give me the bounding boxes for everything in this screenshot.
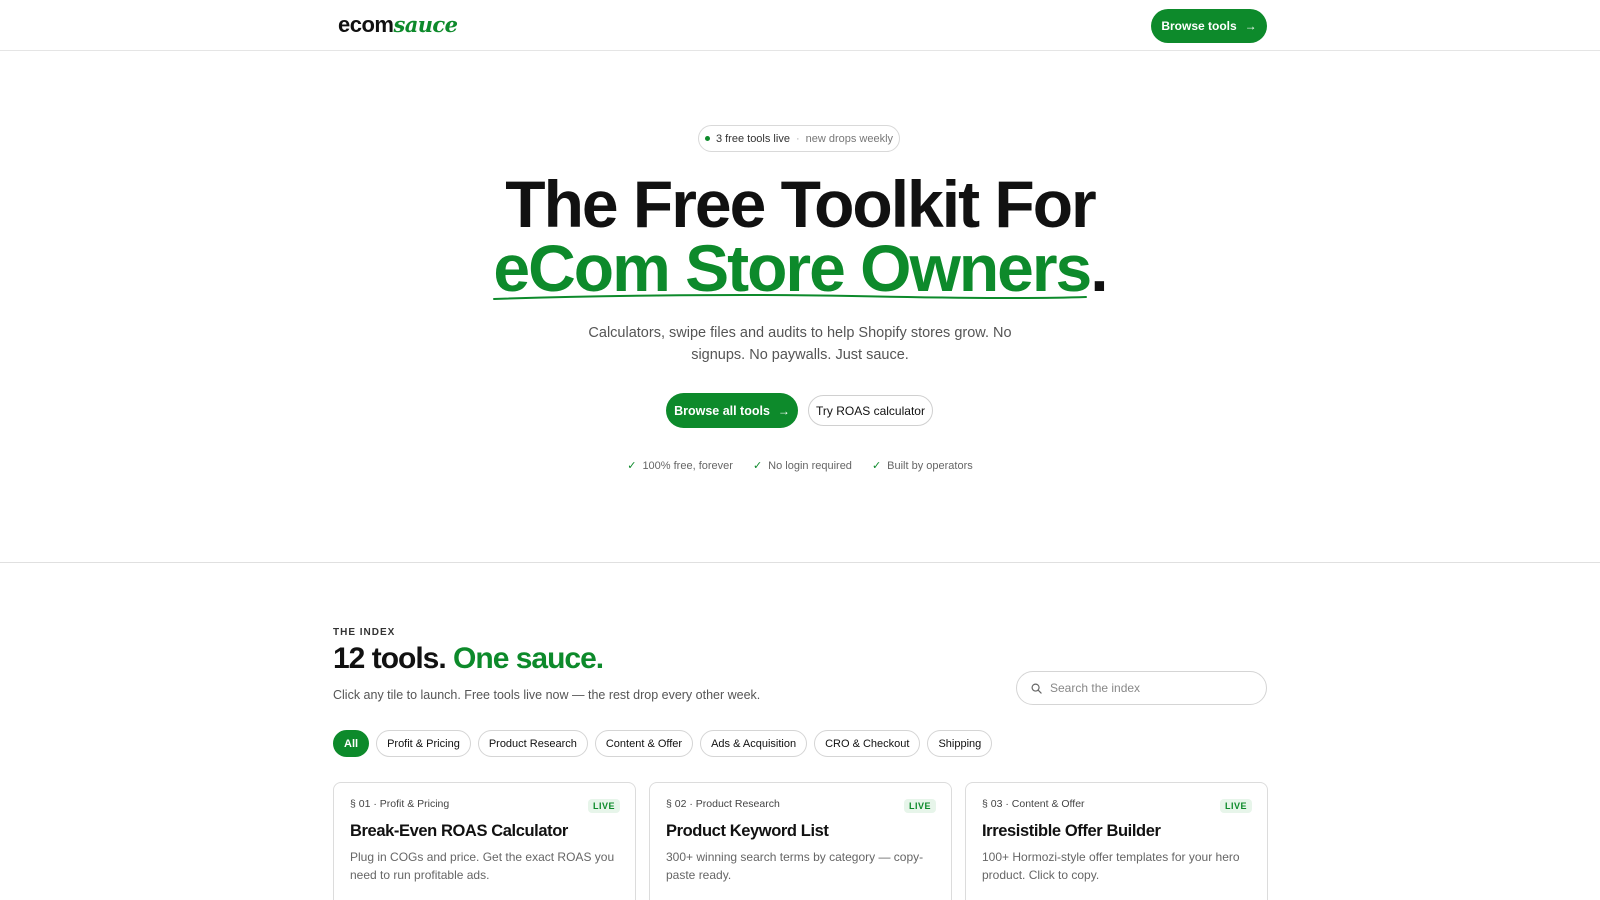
card-meta: § 03 · Content & Offer [982, 798, 1085, 810]
live-badge: LIVE [587, 799, 620, 813]
filter-chip-all[interactable]: All [333, 730, 370, 757]
top-nav: ecomsauce Browse tools → [0, 0, 1600, 51]
check-item: ✓ Built by operators [871, 459, 973, 473]
live-badge: LIVE [903, 799, 936, 813]
card-title: Irresistible Offer Builder [982, 822, 1161, 840]
arrow-right-icon: → [777, 403, 790, 418]
check-icon: ✓ [871, 460, 882, 472]
filter-chip-profit-pricing[interactable]: Profit & Pricing [376, 730, 471, 757]
hero-subtitle: Calculators, swipe files and audits to h… [588, 325, 1012, 363]
status-pill: 3 free tools live · new drops weekly [698, 125, 900, 152]
card-meta: § 02 · Product Research [666, 798, 780, 810]
tool-card[interactable]: § 02 · Product Research LIVE Product Key… [649, 782, 952, 900]
search-icon [1031, 683, 1042, 694]
index-title-count: 12 tools. [333, 642, 447, 675]
filter-chip-shipping[interactable]: Shipping [927, 730, 993, 757]
tool-card[interactable]: § 03 · Content & Offer LIVE Irresistible… [965, 782, 1268, 900]
try-roas-calculator-button[interactable]: Try ROAS calculator [808, 395, 933, 426]
check-icon: ✓ [627, 460, 637, 472]
index-eyebrow: THE INDEX [333, 627, 396, 638]
check-label: 100% free, forever [642, 459, 733, 472]
card-description: 100+ Hormozi-style offer templates for y… [982, 850, 1240, 882]
logo-script-text: sauce [393, 12, 458, 37]
hero-title-period: . [1090, 231, 1108, 305]
pill-separator: · [795, 132, 800, 145]
pill-live-text: 3 free tools live [715, 132, 790, 145]
arrow-right-icon: → [1244, 19, 1257, 33]
check-item: ✓ No login required [752, 459, 852, 473]
filter-chip-content-offer[interactable]: Content & Offer [594, 730, 694, 757]
index-title: 12 tools. One sauce. [333, 642, 604, 676]
card-title: Product Keyword List [666, 822, 829, 840]
pill-drops-text: new drops weekly [805, 132, 894, 145]
hand-drawn-underline [493, 294, 1087, 300]
browse-all-tools-label: Browse all tools [674, 403, 770, 418]
logo-text: ecom [338, 12, 394, 37]
card-meta: § 01 · Profit & Pricing [350, 798, 450, 810]
check-label: No login required [768, 459, 852, 472]
filter-chip-cro-checkout[interactable]: CRO & Checkout [814, 730, 921, 757]
filter-chips: All Profit & Pricing Product Research Co… [333, 730, 993, 757]
search-box[interactable] [1016, 671, 1267, 705]
check-item: ✓ 100% free, forever [627, 459, 733, 473]
index-description: Click any tile to launch. Free tools liv… [333, 688, 761, 702]
tool-cards-grid: § 01 · Profit & Pricing LIVE Break-Even … [333, 782, 1268, 900]
browse-tools-button[interactable]: Browse tools → [1151, 9, 1267, 43]
feature-checklist: ✓ 100% free, forever ✓ No login required… [0, 459, 1600, 473]
filter-chip-ads-acquisition[interactable]: Ads & Acquisition [700, 730, 808, 757]
section-divider [0, 562, 1600, 563]
search-input[interactable] [1050, 681, 1250, 695]
tool-card[interactable]: § 01 · Profit & Pricing LIVE Break-Even … [333, 782, 636, 900]
check-icon: ✓ [752, 460, 763, 472]
filter-chip-product-research[interactable]: Product Research [477, 730, 588, 757]
card-description: 300+ winning search terms by category — … [666, 850, 924, 882]
live-dot-icon [704, 136, 710, 141]
browse-all-tools-button[interactable]: Browse all tools → [666, 393, 798, 428]
card-description: Plug in COGs and price. Get the exact RO… [350, 850, 615, 882]
hero-title-line-1: The Free Toolkit For [505, 167, 1096, 241]
browse-tools-label: Browse tools [1161, 19, 1237, 33]
logo[interactable]: ecomsauce [338, 12, 458, 38]
live-badge: LIVE [1219, 799, 1252, 813]
check-label: Built by operators [887, 459, 973, 472]
index-title-highlight: One sauce. [453, 642, 604, 675]
card-title: Break-Even ROAS Calculator [350, 822, 568, 840]
